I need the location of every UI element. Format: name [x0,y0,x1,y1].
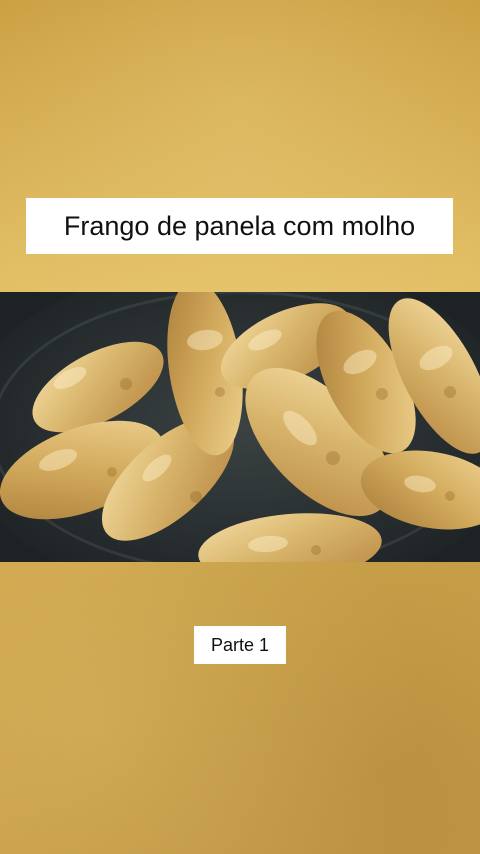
part-badge: Parte 1 [194,626,286,664]
part-label: Parte 1 [210,635,270,655]
food-photo [0,292,480,562]
chicken-in-pan-illustration [0,292,480,562]
title-card: Frango de panela com molho [26,198,453,254]
video-title: Frango de panela com molho [63,210,416,241]
